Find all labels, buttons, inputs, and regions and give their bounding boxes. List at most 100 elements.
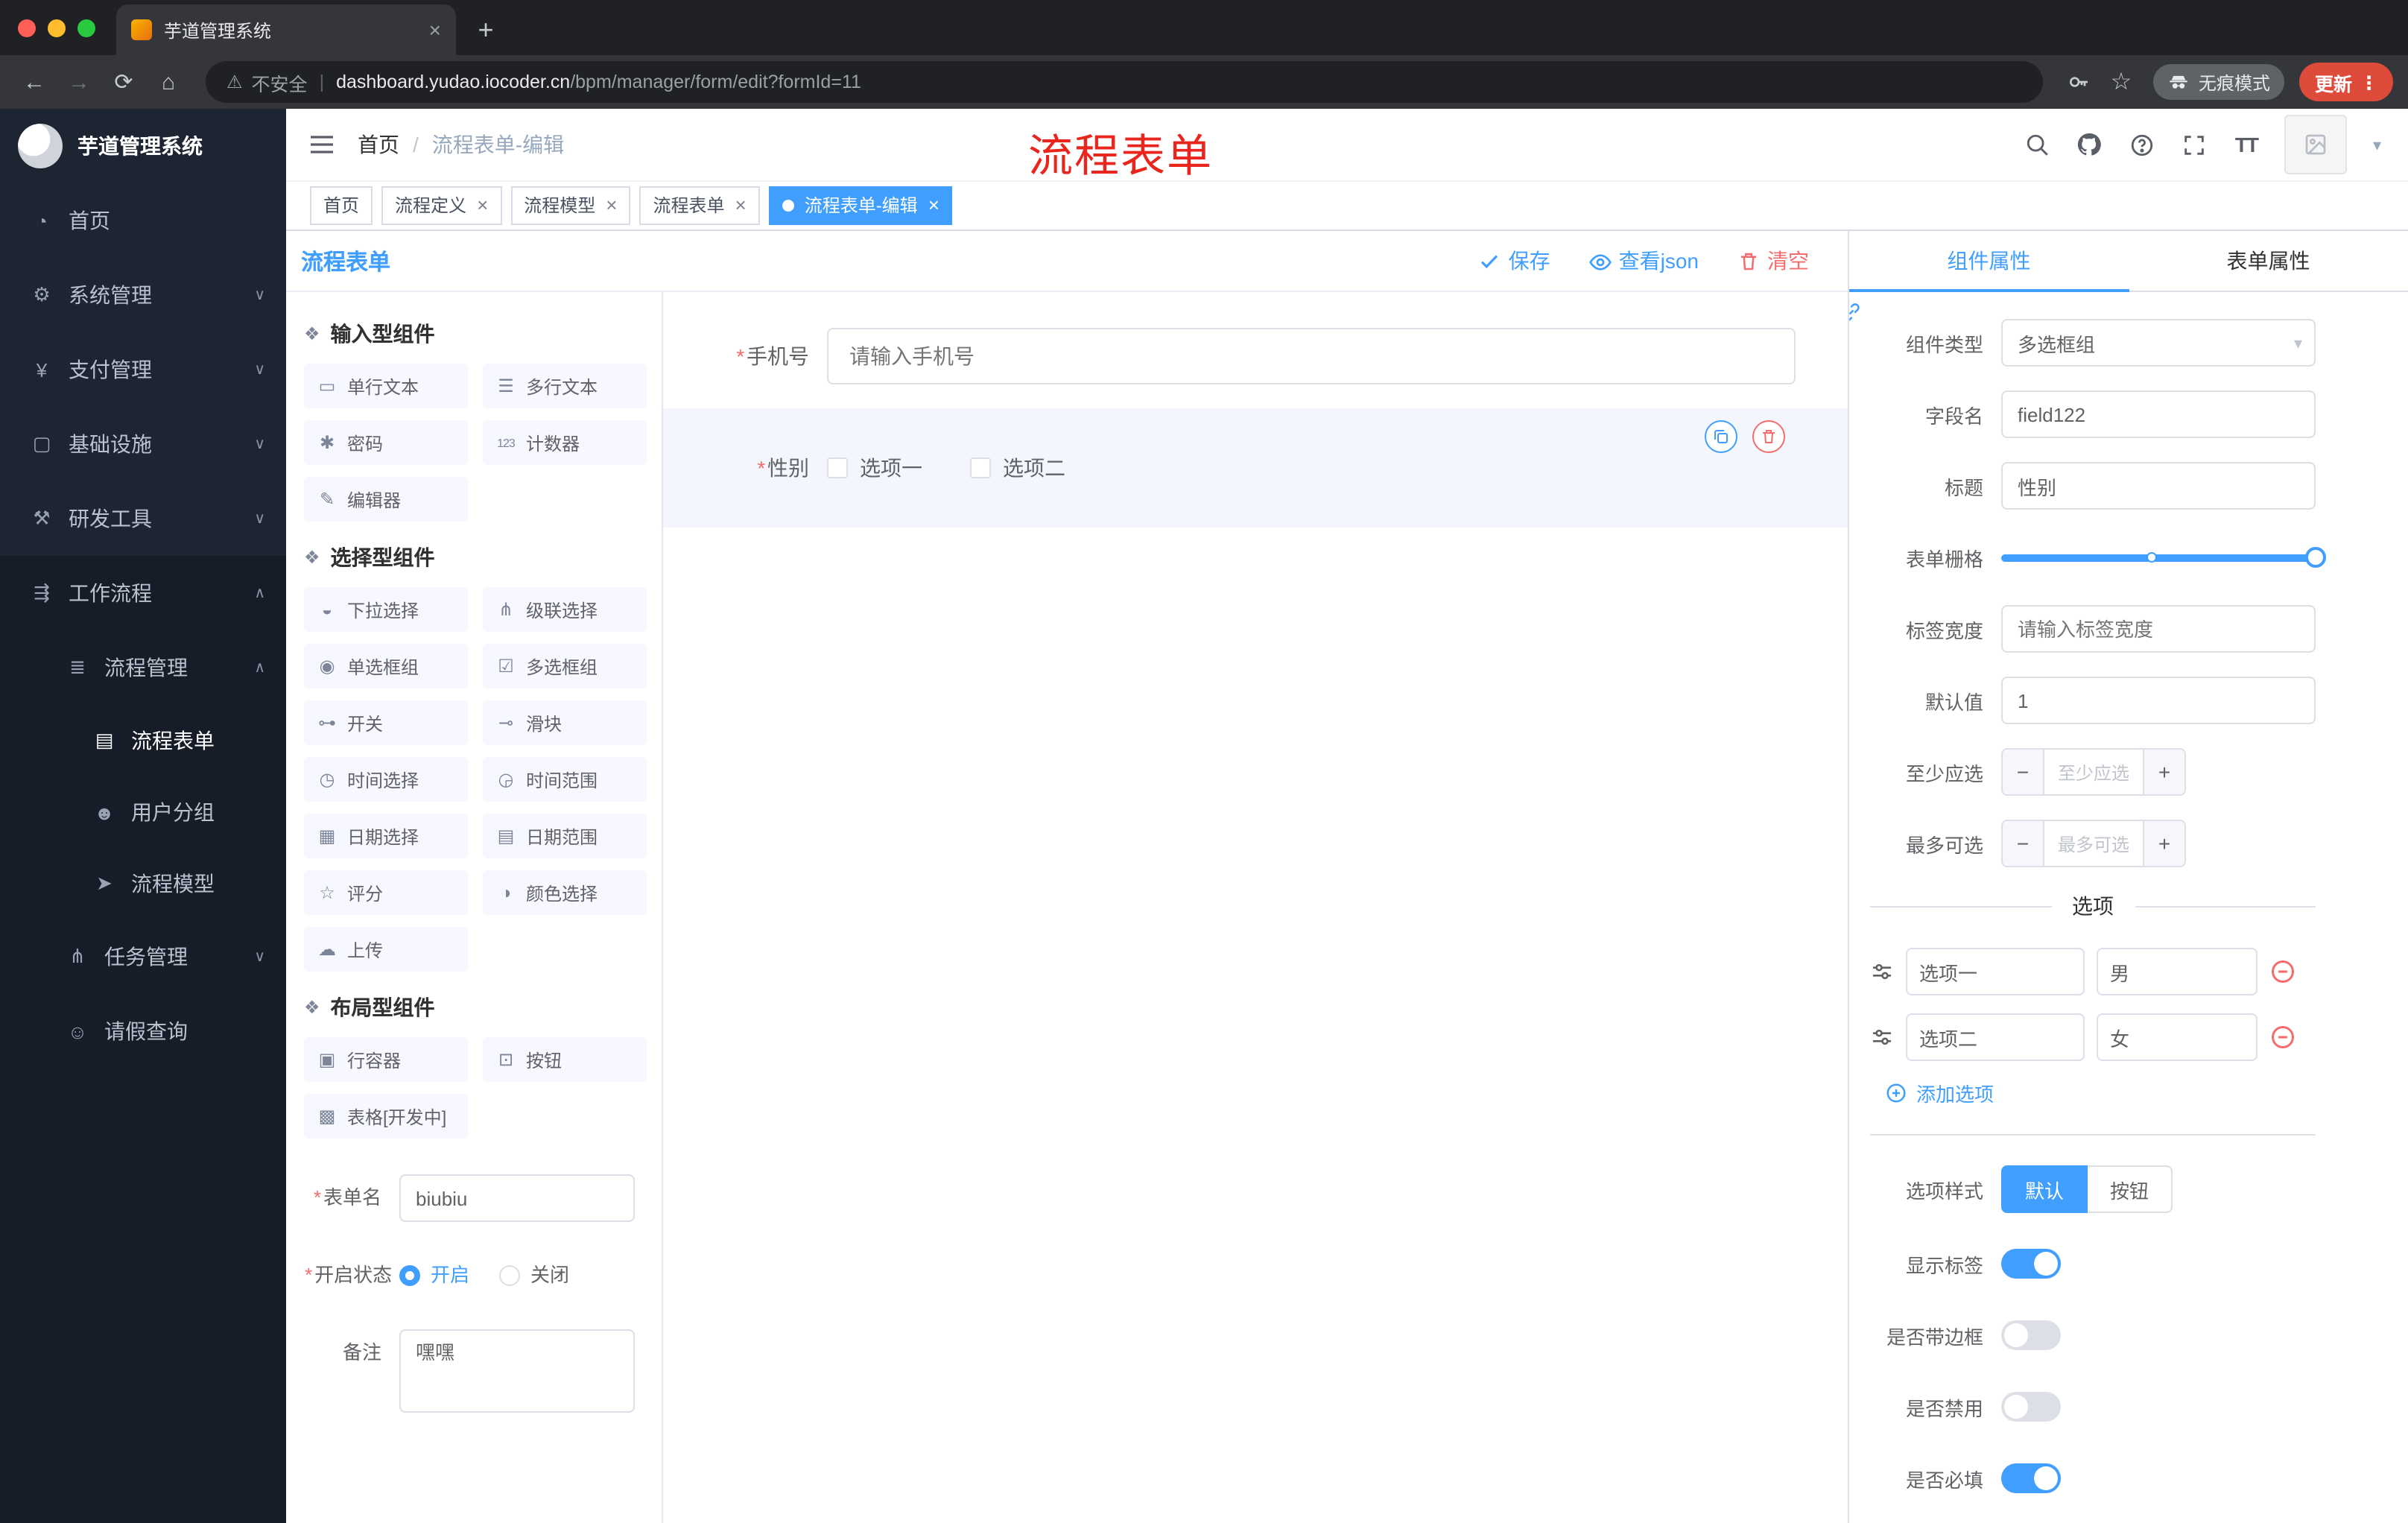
plus-button[interactable]: + [2143, 821, 2184, 866]
remove-option-button[interactable] [2269, 958, 2296, 985]
bookmark-star-icon[interactable]: ☆ [2103, 64, 2139, 100]
sidebar-item-leave-query[interactable]: ☺ 请假查询 [0, 994, 286, 1068]
clear-button[interactable]: 清空 [1737, 246, 1809, 276]
option-2-label-input[interactable] [1906, 1013, 2085, 1061]
window-minimize-button[interactable] [48, 19, 66, 37]
tag-close-icon[interactable]: × [606, 194, 617, 216]
palette-item-textarea[interactable]: ☰ 多行文本 [483, 364, 647, 408]
disabled-switch[interactable] [2001, 1392, 2061, 1422]
palette-item-select[interactable]: ◒ 下拉选择 [304, 587, 468, 632]
min-select-value[interactable]: 至少应选 [2044, 750, 2143, 794]
component-type-select[interactable]: 多选框组 ▾ [2001, 319, 2316, 367]
palette-item-switch[interactable]: ⊶ 开关 [304, 700, 468, 745]
chrome-update-button[interactable]: 更新 ⋮ [2299, 63, 2393, 101]
palette-item-table[interactable]: ▩ 表格[开发中] [304, 1094, 468, 1139]
home-button[interactable]: ⌂ [149, 63, 188, 101]
palette-item-slider[interactable]: ⊸ 滑块 [483, 700, 647, 745]
palette-item-radio-group[interactable]: ◉ 单选框组 [304, 644, 468, 688]
tab-component-props[interactable]: 组件属性 [1849, 231, 2129, 292]
label-width-input[interactable] [2001, 605, 2316, 653]
save-button[interactable]: 保存 [1479, 246, 1550, 276]
window-close-button[interactable] [18, 19, 36, 37]
remove-option-button[interactable] [2269, 1024, 2296, 1051]
sidebar-item-process-form[interactable]: ▤ 流程表单 [0, 705, 286, 776]
sidebar-collapse-icon[interactable] [307, 130, 337, 159]
gender-option-2[interactable]: 选项二 [970, 453, 1065, 483]
forward-button[interactable]: → [60, 63, 98, 101]
minus-button[interactable]: − [2003, 821, 2044, 866]
link-icon[interactable] [1849, 298, 1864, 325]
form-remark-textarea[interactable]: 嘿嘿 [399, 1329, 635, 1413]
palette-item-cascader[interactable]: ⋔ 级联选择 [483, 587, 647, 632]
required-switch[interactable] [2001, 1463, 2061, 1493]
phone-field-input[interactable] [827, 328, 1796, 384]
status-radio-on[interactable]: 开启 [399, 1252, 469, 1299]
palette-item-date-range[interactable]: ▤ 日期范围 [483, 814, 647, 858]
palette-item-checkbox-group[interactable]: ☑ 多选框组 [483, 644, 647, 688]
border-switch[interactable] [2001, 1320, 2061, 1350]
breadcrumb-home[interactable]: 首页 [358, 130, 399, 159]
slider-handle[interactable] [2305, 547, 2326, 568]
palette-item-upload[interactable]: ☁ 上传 [304, 927, 468, 972]
palette-item-date-picker[interactable]: ▦ 日期选择 [304, 814, 468, 858]
show-label-switch[interactable] [2001, 1249, 2061, 1279]
palette-item-button[interactable]: ⊡ 按钮 [483, 1037, 647, 1082]
sidebar-item-process-model[interactable]: ➤ 流程模型 [0, 848, 286, 919]
option-1-label-input[interactable] [1906, 948, 2085, 995]
reload-button[interactable]: ⟳ [104, 63, 143, 101]
copy-field-button[interactable] [1705, 420, 1737, 453]
drag-handle-icon[interactable] [1870, 960, 1894, 984]
tab-form-props[interactable]: 表单属性 [2129, 231, 2408, 291]
tag-process-definition[interactable]: 流程定义 × [381, 186, 502, 224]
field-name-input[interactable] [2001, 390, 2316, 438]
grid-slider[interactable] [2001, 533, 2326, 581]
tag-process-form[interactable]: 流程表单 × [639, 186, 760, 224]
tag-home[interactable]: 首页 [310, 186, 373, 224]
tab-close-icon[interactable]: × [429, 18, 441, 42]
canvas-field-phone[interactable]: * 手机号 [663, 313, 1848, 399]
app-logo[interactable]: 芋道管理系统 [0, 109, 286, 183]
plus-button[interactable]: + [2143, 750, 2184, 794]
window-zoom-button[interactable] [77, 19, 95, 37]
sidebar-item-process-mgmt[interactable]: ≣ 流程管理 ∧ [0, 630, 286, 705]
style-button-button[interactable]: 按钮 [2088, 1165, 2173, 1213]
sidebar-item-workflow[interactable]: ⇶ 工作流程 ∧ [0, 556, 286, 630]
palette-item-counter[interactable]: 123 计数器 [483, 420, 647, 465]
delete-field-button[interactable] [1752, 420, 1785, 453]
palette-item-text-input[interactable]: ▭ 单行文本 [304, 364, 468, 408]
sidebar-item-task-mgmt[interactable]: ⋔ 任务管理 ∨ [0, 919, 286, 994]
address-bar[interactable]: ⚠ 不安全 | dashboard.yudao.iocoder.cn /bpm/… [206, 61, 2044, 103]
password-key-icon[interactable] [2062, 64, 2097, 100]
fullscreen-icon[interactable] [2181, 131, 2208, 158]
palette-item-row-container[interactable]: ▣ 行容器 [304, 1037, 468, 1082]
sidebar-item-user-group[interactable]: ☻ 用户分组 [0, 776, 286, 848]
status-radio-off[interactable]: 关闭 [499, 1252, 569, 1299]
palette-item-time-range[interactable]: ◶ 时间范围 [483, 757, 647, 802]
title-input[interactable] [2001, 462, 2316, 510]
sidebar-item-infra[interactable]: ▢ 基础设施 ∨ [0, 407, 286, 481]
tag-close-icon[interactable]: × [928, 194, 940, 216]
search-icon[interactable] [2024, 131, 2051, 158]
browser-tab[interactable]: 芋道管理系统 × [116, 4, 456, 55]
option-1-value-input[interactable] [2097, 948, 2258, 995]
tag-close-icon[interactable]: × [735, 194, 747, 216]
back-button[interactable]: ← [15, 63, 54, 101]
drag-handle-icon[interactable] [1870, 1025, 1894, 1049]
tag-process-form-edit[interactable]: 流程表单-编辑 × [768, 186, 953, 224]
palette-item-color-picker[interactable]: ◑ 颜色选择 [483, 870, 647, 915]
palette-item-editor[interactable]: ✎ 编辑器 [304, 477, 468, 522]
max-select-value[interactable]: 最多可选 [2044, 821, 2143, 866]
palette-item-rate[interactable]: ☆ 评分 [304, 870, 468, 915]
sidebar-item-home[interactable]: ◔ 首页 [0, 183, 286, 258]
github-icon[interactable] [2076, 131, 2103, 158]
minus-button[interactable]: − [2003, 750, 2044, 794]
checkbox-icon[interactable] [827, 457, 848, 478]
avatar[interactable] [2284, 115, 2348, 174]
palette-item-time-picker[interactable]: ◷ 时间选择 [304, 757, 468, 802]
view-json-button[interactable]: 查看json [1589, 246, 1699, 276]
gender-option-1[interactable]: 选项一 [827, 453, 922, 483]
add-option-button[interactable]: 添加选项 [1885, 1079, 2316, 1107]
sidebar-item-devtools[interactable]: ⚒ 研发工具 ∨ [0, 481, 286, 556]
option-2-value-input[interactable] [2097, 1013, 2258, 1061]
checkbox-icon[interactable] [970, 457, 991, 478]
